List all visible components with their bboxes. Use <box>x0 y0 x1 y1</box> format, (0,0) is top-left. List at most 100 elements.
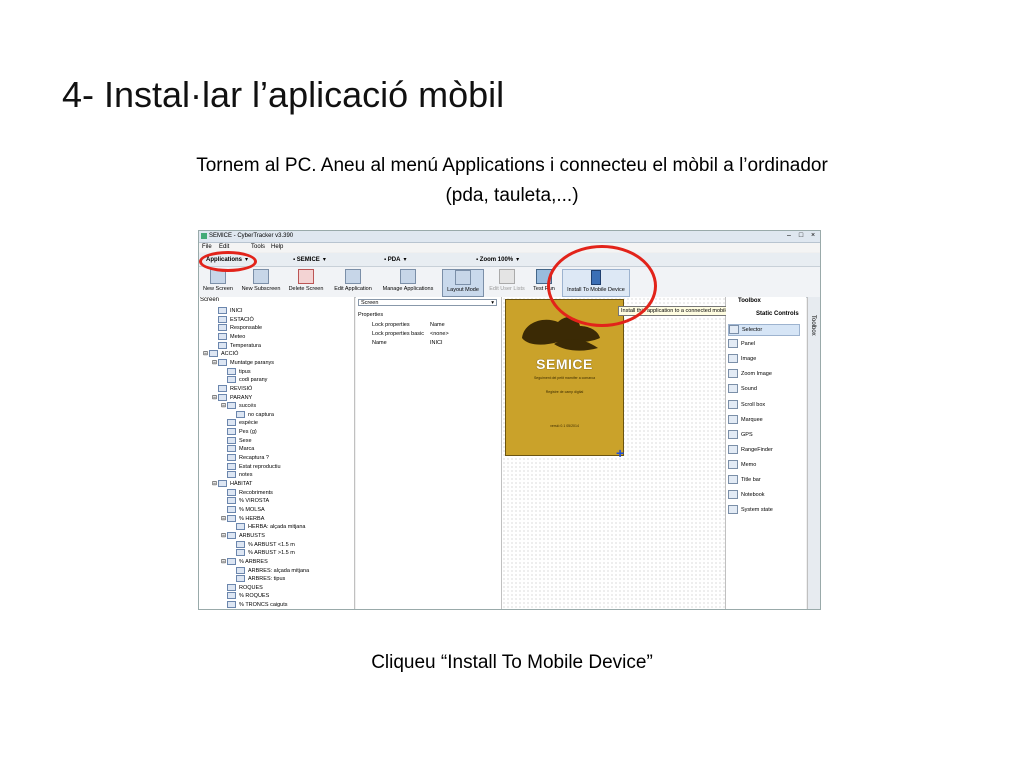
tree-item[interactable]: ⊟ ARBUSTS <box>221 531 265 540</box>
app-select-dropdown[interactable]: ▪ SEMICE ▾ <box>293 256 326 263</box>
manage-applications-button[interactable]: Manage Applications <box>379 269 437 295</box>
screen-icon <box>227 583 236 591</box>
toolbox-panel: Toolbox Static Controls Selector Panel Ima… <box>726 297 806 609</box>
tree-item[interactable]: % ARBUST <1.5 m <box>230 540 295 549</box>
phone-line-1: Seguiment del petit mamífer a comarca <box>533 376 596 380</box>
chevron-down-icon: ▾ <box>403 257 407 263</box>
toolbox-side-tab[interactable]: Toolbox <box>807 297 820 609</box>
menu-edit[interactable]: Edit <box>219 244 229 250</box>
device-dropdown[interactable]: ▪ PDA ▾ <box>384 256 406 263</box>
toolbox-item[interactable]: RangeFinder <box>728 444 773 455</box>
zoom-dropdown[interactable]: ▪ Zoom 100% ▾ <box>476 256 519 263</box>
object-select[interactable]: Screen ▾ <box>358 299 497 306</box>
tree-item-label: REVISIÓ <box>230 385 253 392</box>
menu-file[interactable]: File <box>202 244 212 250</box>
toolbox-item[interactable]: Title bar <box>728 475 761 485</box>
toolbox-item[interactable]: Image <box>728 354 756 364</box>
toolbox-item[interactable]: Sound <box>728 384 757 394</box>
tree-item[interactable]: no captura <box>230 410 274 419</box>
tree-item[interactable]: ⊟ Muntatge paranys <box>212 358 274 367</box>
tree-expander-icon[interactable]: ⊟ <box>212 394 217 401</box>
tree-item[interactable]: codi parany <box>221 376 267 384</box>
toolbox-item[interactable]: Panel <box>728 339 755 349</box>
property-value[interactable]: INICI <box>430 340 443 346</box>
edit-application-button[interactable]: Edit Application <box>331 269 375 295</box>
tree-item[interactable]: Recaptura ? <box>221 454 269 462</box>
tree-expander-icon[interactable]: ⊟ <box>212 480 217 487</box>
screen-icon <box>236 540 245 548</box>
toolbox-item[interactable]: GPS <box>728 429 753 440</box>
tree-item-label: Recaptura ? <box>239 455 269 461</box>
maximize-icon[interactable]: □ <box>796 232 806 240</box>
toolbox-item[interactable]: System state <box>728 505 773 515</box>
tree-item[interactable]: Meteo <box>212 332 245 341</box>
tree-item[interactable]: Pes (g) <box>221 428 257 436</box>
tree-item[interactable]: % TRONCS caiguts <box>221 601 288 609</box>
tree-item[interactable]: % MOLSA <box>221 505 265 514</box>
close-icon[interactable]: × <box>808 232 818 240</box>
screen-icon <box>227 531 236 539</box>
toolbox-item-label: System state <box>741 507 773 514</box>
app-select-label: SEMICE <box>296 257 320 263</box>
tree-expander-icon[interactable]: ⊟ <box>212 359 217 366</box>
tree-expander-icon[interactable]: ⊟ <box>221 532 226 539</box>
new-subscreen-button[interactable]: New Subscreen <box>240 269 282 295</box>
tree-expander-icon[interactable]: ⊟ <box>221 558 226 565</box>
tree-item[interactable]: Sexe <box>221 436 252 445</box>
tree-item[interactable]: tipus <box>221 367 251 376</box>
toolbox-item[interactable]: Selector <box>728 324 800 336</box>
tree-item[interactable]: REVISIÓ <box>212 384 253 393</box>
property-value[interactable]: Name <box>430 322 445 328</box>
tree-item[interactable]: ⊟ HÀBITAT <box>212 480 252 488</box>
new-screen-button[interactable]: New Screen <box>202 269 234 295</box>
tree-item[interactable]: % VIROSTA <box>221 497 269 505</box>
property-name: Name <box>372 340 387 346</box>
toolbox-item[interactable]: Memo <box>728 459 756 470</box>
tree-item[interactable]: Temperatura <box>212 341 261 350</box>
tree-item[interactable]: ⊟ % ARBRES <box>221 557 268 566</box>
tree-item[interactable]: ⊟ succés <box>221 402 256 410</box>
tree-item[interactable]: % ROQUES <box>221 592 269 600</box>
tree-expander-icon[interactable]: ⊟ <box>221 402 226 409</box>
minimize-icon[interactable]: – <box>784 232 794 240</box>
toolbox-item[interactable]: Scroll box <box>728 399 765 410</box>
tree-item[interactable]: Responsable <box>212 324 262 332</box>
screen-icon <box>218 480 227 488</box>
screen-icon <box>227 505 236 513</box>
tree-item[interactable]: % ARBUST >1.5 m <box>230 549 295 557</box>
tree-item[interactable]: ⊟ PARANY <box>212 393 252 402</box>
property-value[interactable]: <none> <box>430 331 449 337</box>
tree-item[interactable]: ROQUES <box>221 583 263 592</box>
tree-item[interactable]: Estat reproductiu <box>221 462 281 471</box>
tree-item[interactable]: ⊟ ACCIÓ <box>203 350 238 358</box>
toolbox-item[interactable]: Marquee <box>728 414 763 425</box>
tree-item[interactable]: notes <box>221 471 252 479</box>
tree-item[interactable]: Recobriments <box>221 488 273 497</box>
tree-item[interactable]: ARBRES: tipus <box>230 575 285 583</box>
screen-icon <box>227 436 236 444</box>
tree-expander-icon[interactable]: ⊟ <box>221 515 226 522</box>
tree-expander-icon[interactable]: ⊟ <box>203 350 208 357</box>
window-titlebar: SEMICE - CyberTracker v3.390 – □ × <box>199 231 820 243</box>
screen-icon <box>227 592 236 600</box>
toolbox-item[interactable]: Notebook <box>728 490 765 500</box>
layout-mode-button[interactable]: Layout Mode <box>442 269 484 297</box>
tree-item[interactable]: ESTACIÓ <box>212 315 254 324</box>
tree-item[interactable]: ARBRES: alçada mitjana <box>230 566 309 575</box>
tree-item[interactable]: espècie <box>221 419 258 427</box>
control-icon <box>728 339 738 349</box>
menu-help[interactable]: Help <box>271 244 283 250</box>
layout-canvas[interactable]: SEMICE Seguiment del petit mamífer a com… <box>502 297 726 609</box>
tree-item-label: % ARBRES <box>239 558 268 565</box>
tree-item[interactable]: HERBA: alçada mitjana <box>230 523 305 531</box>
screen-icon <box>227 454 236 462</box>
toolbox-item[interactable]: Zoom Image <box>728 369 772 379</box>
delete-screen-button[interactable]: Delete Screen <box>287 269 325 295</box>
tree-item[interactable]: Marca <box>221 445 254 453</box>
menu-tools[interactable]: Tools <box>251 244 265 250</box>
edit-user-lists-button[interactable]: Edit User Lists <box>488 269 526 295</box>
tree-item[interactable]: INICI <box>212 307 243 315</box>
screen-icon <box>236 549 245 557</box>
screen-icon <box>218 384 227 392</box>
tree-item[interactable]: ⊟ % HERBA <box>221 514 264 523</box>
